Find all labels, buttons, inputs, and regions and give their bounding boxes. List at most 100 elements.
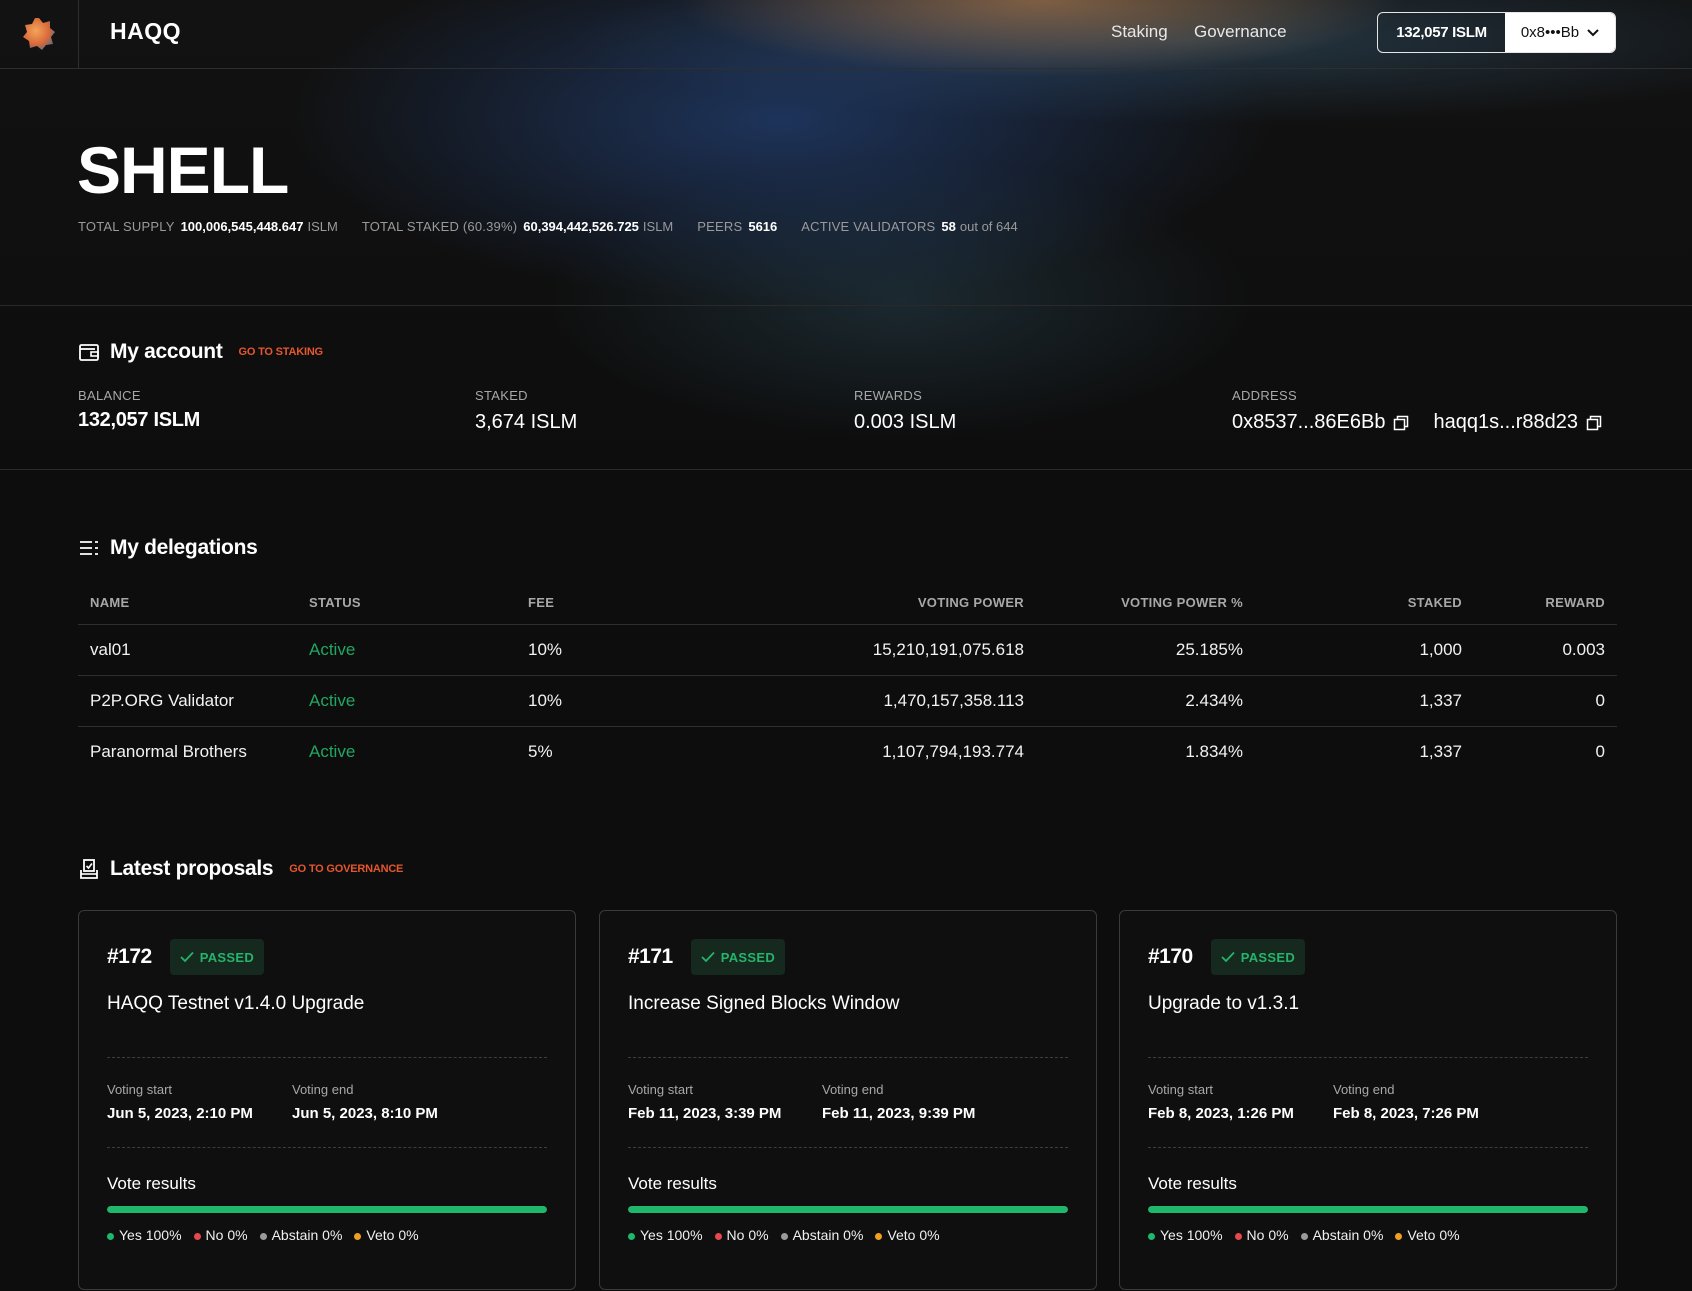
validator-voting-power: 15,210,191,075.618 [676, 624, 1036, 676]
proposal-number: #170 [1148, 945, 1193, 968]
wallet-address-dropdown[interactable]: 0x8•••Bb [1505, 13, 1615, 52]
delegations-header: My delegations [78, 536, 1617, 560]
proposal-card[interactable]: #172 PASSED HAQQ Testnet v1.4.0 Upgrade … [78, 910, 576, 1290]
proposal-card[interactable]: #170 PASSED Upgrade to v1.3.1 Voting sta… [1119, 910, 1617, 1290]
voting-dates: Voting start Jun 5, 2023, 2:10 PM Voting… [107, 1058, 547, 1147]
table-row[interactable]: P2P.ORG Validator Active 10% 1,470,157,3… [78, 675, 1617, 727]
voting-end-label: Voting end [822, 1082, 884, 1097]
stat-total-staked: TOTAL STAKED (60.39%) 60,394,442,526.725 I… [362, 219, 673, 234]
legend-abstain-text: Abstain 0% [271, 1227, 343, 1243]
col-staked[interactable]: STAKED [1255, 582, 1474, 625]
voting-start: Voting start Jun 5, 2023, 2:10 PM [107, 1082, 292, 1147]
stat-label: TOTAL STAKED (60.39%) [361, 219, 518, 234]
dot-veto [1395, 1232, 1403, 1240]
voting-start-value: Feb 8, 2023, 1:26 PM [1148, 1105, 1294, 1122]
legend-veto-text: Veto 0% [1407, 1227, 1460, 1243]
account-rewards: REWARDS 0.003 ISLM [854, 388, 956, 434]
wallet-balance: 132,057 ISLM [1396, 24, 1487, 41]
dot-abstain [259, 1232, 267, 1240]
proposal-number: #171 [628, 945, 673, 968]
proposal-card-header: #170 PASSED [1148, 939, 1588, 975]
copy-icon[interactable] [1586, 415, 1602, 431]
validator-voting-power-pct: 25.185% [1036, 624, 1255, 676]
rewards-value: 0.003 ISLM [854, 411, 957, 433]
wallet-button[interactable]: 132,057 ISLM 0x8•••Bb [1377, 12, 1616, 53]
validator-status: Active [309, 741, 356, 761]
stat-unit: ISLM [642, 219, 674, 234]
vote-results-label: Vote results [628, 1174, 717, 1193]
col-name[interactable]: NAME [78, 582, 297, 625]
staked-label: STAKED [475, 388, 528, 403]
legend-veto: Veto 0% [875, 1227, 940, 1243]
col-fee[interactable]: FEE [516, 582, 676, 625]
proposals-header: Latest proposals GO TO GOVERNANCE [78, 857, 1617, 881]
legend-abstain: Abstain 0% [780, 1227, 863, 1243]
legend-abstain-text: Abstain 0% [1312, 1227, 1384, 1243]
status-text: PASSED [1240, 949, 1296, 965]
voting-end-value: Feb 11, 2023, 9:39 PM [822, 1105, 976, 1122]
vote-yes-fill [107, 1206, 547, 1213]
balance-label: BALANCE [78, 388, 141, 403]
dashed-divider [107, 1147, 547, 1148]
vote-progress-bar [628, 1206, 1068, 1213]
col-reward[interactable]: REWARD [1474, 582, 1617, 625]
vote-results-label: Vote results [1148, 1174, 1237, 1193]
go-to-governance-link[interactable]: GO TO GOVERNANCE [289, 863, 403, 875]
col-status[interactable]: STATUS [297, 582, 516, 625]
legend-no: No 0% [193, 1227, 248, 1243]
brand-name[interactable]: HAQQ [110, 18, 181, 45]
col-voting-power-pct[interactable]: VOTING POWER % [1036, 582, 1255, 625]
network-stats: TOTAL SUPPLY 100,006,545,448.647 ISLM TOTA… [78, 219, 1018, 234]
logo[interactable] [0, 0, 79, 68]
proposals-section: Latest proposals GO TO GOVERNANCE #172 P… [78, 857, 1617, 1290]
legend-yes-text: Yes 100% [640, 1227, 703, 1243]
dot-yes [1148, 1232, 1155, 1240]
proposal-card-header: #172 PASSED [107, 939, 547, 975]
vote-legend: Yes 100% No 0% Abstain 0% Veto 0% [628, 1227, 1068, 1243]
legend-yes-text: Yes 100% [1160, 1227, 1223, 1243]
nav-governance[interactable]: Governance [1194, 22, 1287, 42]
status-badge: PASSED [1210, 939, 1306, 975]
stat-value: 100,006,545,448.647 [180, 219, 304, 234]
wallet-icon [79, 344, 99, 361]
vote-progress-bar [107, 1206, 547, 1213]
account-address: ADDRESS 0x8537...86E6Bb haqq1s...r88d23 [1232, 388, 1616, 434]
table-row[interactable]: Paranormal Brothers Active 5% 1,107,794,… [78, 726, 1617, 777]
dot-yes [107, 1232, 114, 1240]
account-staked: STAKED 3,674 ISLM [475, 388, 577, 434]
col-voting-power[interactable]: VOTING POWER [676, 582, 1036, 625]
stat-label: ACTIVE VALIDATORS [801, 219, 936, 234]
dot-yes [628, 1232, 635, 1240]
dot-abstain [1300, 1232, 1308, 1240]
check-icon [701, 951, 715, 963]
voting-start: Voting start Feb 11, 2023, 3:39 PM [628, 1082, 822, 1147]
legend-yes: Yes 100% [628, 1227, 703, 1243]
legend-no-text: No 0% [1246, 1227, 1289, 1243]
check-icon [1221, 951, 1235, 963]
vote-legend: Yes 100% No 0% Abstain 0% Veto 0% [107, 1227, 547, 1243]
dashed-divider [1148, 1147, 1588, 1148]
proposal-title[interactable]: HAQQ Testnet v1.4.0 Upgrade [107, 993, 547, 1057]
account-balance: BALANCE 132,057 ISLM [78, 388, 200, 432]
proposal-number: #172 [107, 945, 152, 968]
haqq-logo-icon [23, 18, 55, 50]
haqq-address: haqq1s...r88d23 [1433, 411, 1602, 434]
proposal-title[interactable]: Upgrade to v1.3.1 [1148, 993, 1588, 1057]
validator-reward: 0 [1595, 741, 1605, 761]
proposal-title[interactable]: Increase Signed Blocks Window [628, 993, 1068, 1057]
table-row[interactable]: val01 Active 10% 15,210,191,075.618 25.1… [78, 624, 1617, 676]
voting-dates: Voting start Feb 8, 2023, 1:26 PM Voting… [1148, 1058, 1588, 1147]
dot-veto [354, 1232, 362, 1240]
voting-start-label: Voting start [107, 1082, 173, 1097]
proposal-card[interactable]: #171 PASSED Increase Signed Blocks Windo… [599, 910, 1097, 1290]
table-header-row: NAME STATUS FEE VOTING POWER VOTING POWE… [78, 582, 1617, 625]
account-section: My account GO TO STAKING BALANCE 132,057… [78, 340, 1618, 433]
copy-icon[interactable] [1393, 415, 1409, 431]
rewards-label: REWARDS [854, 388, 923, 403]
go-to-staking-link[interactable]: GO TO STAKING [239, 346, 324, 358]
top-header: HAQQ Staking Governance 132,057 ISLM 0x8… [0, 0, 1692, 69]
stat-active-validators: ACTIVE VALIDATORS 58 out of 644 [801, 219, 1017, 234]
nav-staking[interactable]: Staking [1111, 22, 1168, 42]
vote-yes-fill [628, 1206, 1068, 1213]
legend-no: No 0% [1234, 1227, 1289, 1243]
